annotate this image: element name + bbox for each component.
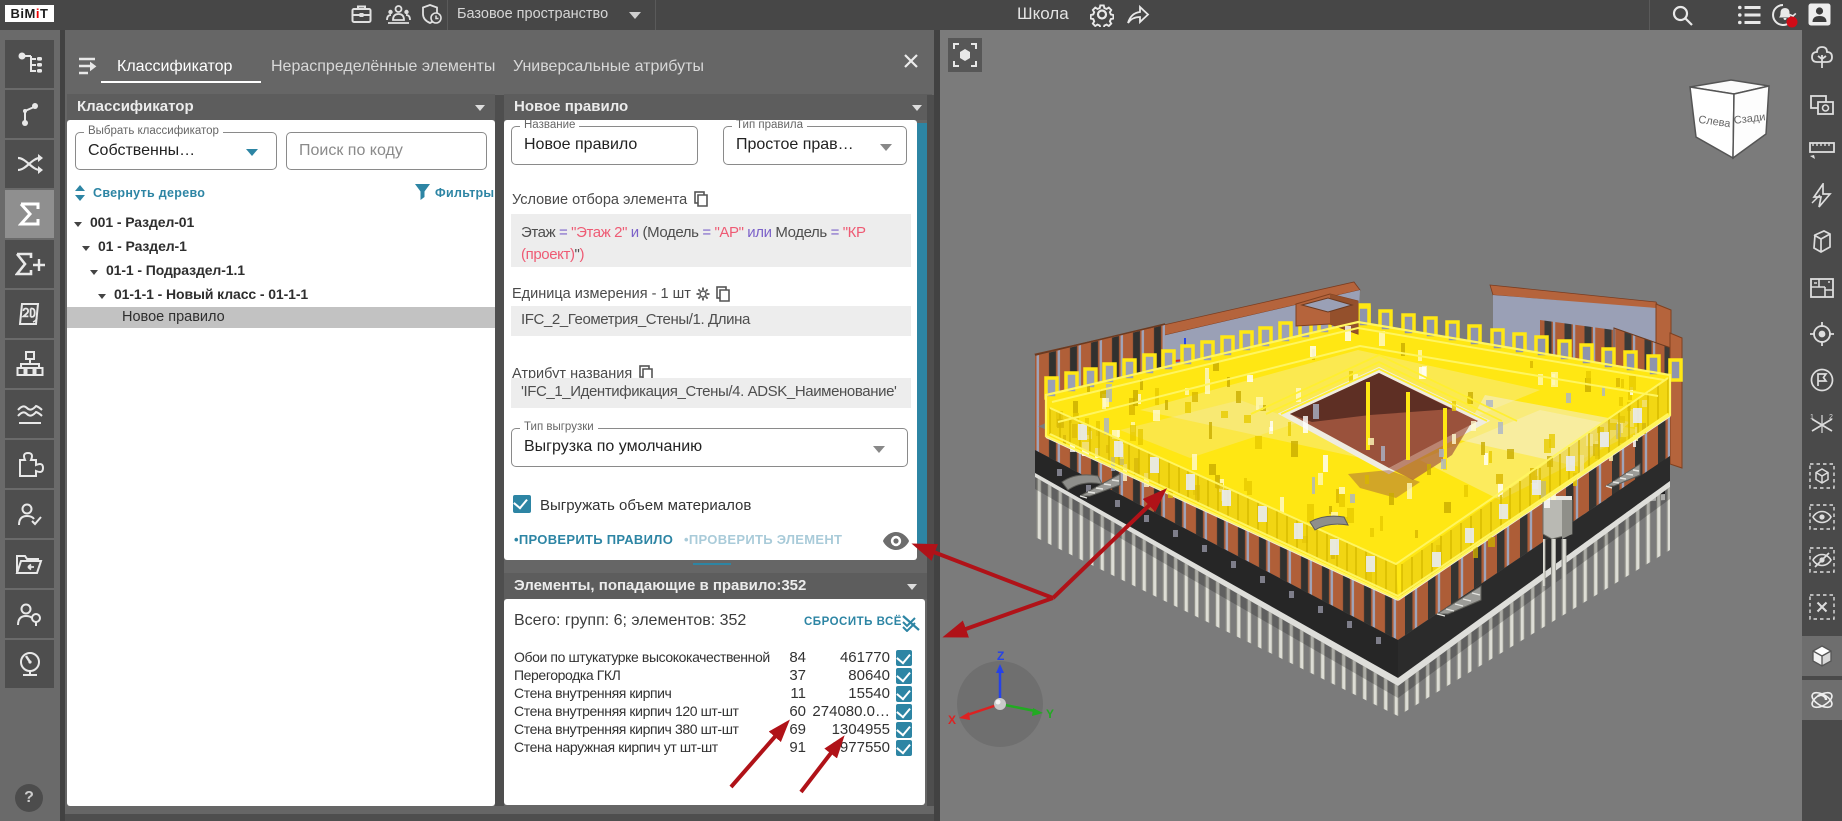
svg-text:X: X <box>948 713 956 727</box>
svg-text:Y: Y <box>1046 707 1054 721</box>
svg-text:1: 1 <box>1810 414 1814 421</box>
svg-text:Z: Z <box>997 649 1004 663</box>
svg-text:2: 2 <box>1829 414 1833 421</box>
